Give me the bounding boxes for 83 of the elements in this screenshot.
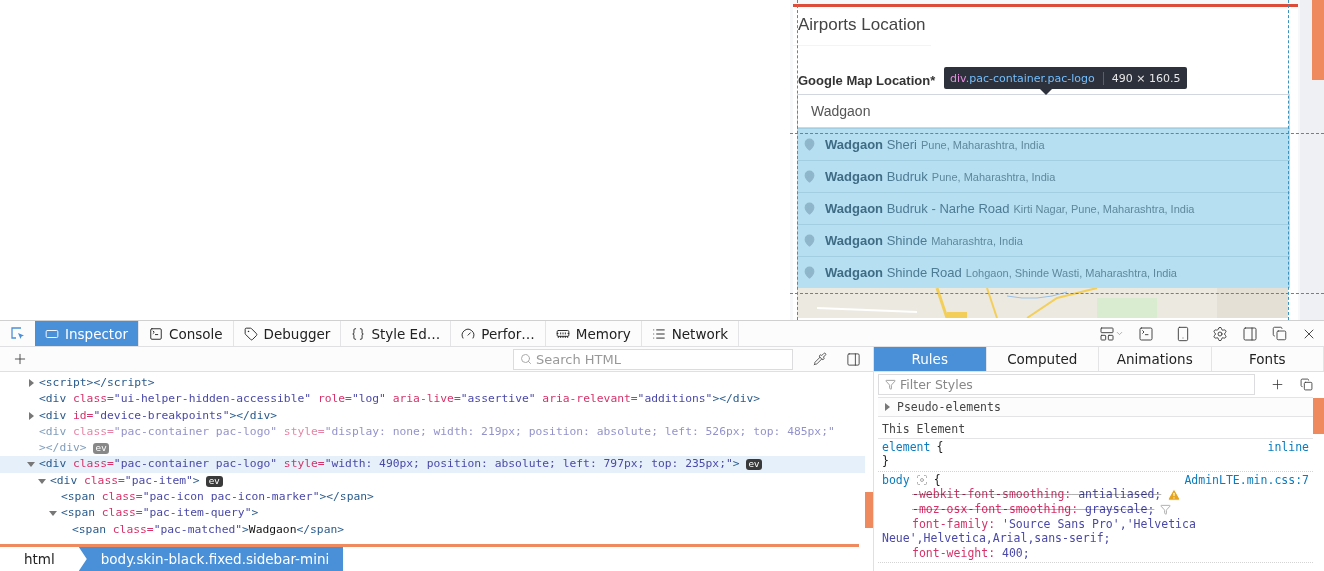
devtools-tab[interactable]: Memory (545, 321, 642, 346)
markup-code: <span class="pac-icon pac-icon-marker"></span> (61, 489, 375, 506)
element-picker-icon (9, 325, 26, 342)
markup-code: <div id="device-breakpoints"></div> (39, 407, 279, 424)
suggestion-item[interactable]: Wadgaon Budruk - Narhe Road Kirti Nagar, Pune, Maharashtra, India (797, 192, 1290, 224)
brace-text: { (936, 439, 944, 455)
suggestion-secondary-text: Maharashtra, India (931, 234, 1023, 247)
pin-icon (803, 234, 816, 247)
pin-icon (803, 138, 816, 151)
suggestion-item[interactable]: Wadgaon Budruk Pune, Maharashtra, India (797, 160, 1290, 192)
tab-icon (461, 326, 476, 341)
rule-selector: body (882, 472, 910, 488)
card-title: Airports Location (793, 7, 931, 46)
layout-icon (1099, 325, 1115, 342)
suggestion-text: Wadgaon Shinde (825, 233, 928, 248)
markup-code: <span class="pac-item-query"> (61, 505, 260, 522)
suggestion-item[interactable]: Wadgaon Shinde Maharashtra, India (797, 224, 1290, 256)
scrollbar-thumb[interactable] (1313, 398, 1324, 434)
markup-code: <script></script> (39, 375, 156, 391)
breadcrumb[interactable]: html (0, 547, 79, 571)
node-selector-text: div.pac-container.pac-logo (950, 71, 1095, 85)
event-badge[interactable]: ev (205, 475, 223, 487)
classes-icon (1300, 377, 1313, 391)
brace-text: } (882, 454, 889, 469)
suggestion-secondary-text: Lohgaon, Shinde Wasti, Maharashtra, India (965, 266, 1177, 279)
devtools-tab[interactable]: Console (139, 321, 234, 346)
section-title: Pseudo-elements (897, 400, 1001, 414)
search-icon (520, 353, 532, 365)
markup-row[interactable]: <span class="pac-item-query"> (0, 505, 865, 522)
tab-icon (243, 326, 258, 341)
tab-icon (149, 326, 163, 341)
windows-icon (1272, 326, 1287, 341)
tab-icon (351, 326, 366, 341)
suggestion-text: Wadgaon Budruk (825, 169, 928, 184)
suggestion-secondary-text: Kirti Nagar, Pune, Maharashtra, India (1013, 202, 1195, 215)
style-declaration: font-family: 'Source Sans Pro','Helvetica Neue',Helvetica,Arial,sans-serif; (882, 516, 1196, 546)
suggestion-text: Wadgaon Shinde Road (825, 265, 962, 280)
pin-icon (803, 170, 816, 183)
markup-code: <div class="ui-helper-hidden-accessible" role="log" aria-live="assertive" aria-relevant="additions"></div> (39, 391, 762, 408)
style-declaration: font-weight: 400; (912, 545, 1030, 560)
markup-row[interactable]: <div class="ui-helper-hidden-accessible" role="log" aria-live="assertive" aria-relevant="additions"></div> (0, 391, 865, 408)
filter-field[interactable]: Filter Styles (878, 373, 1255, 395)
filter-icon (885, 378, 896, 390)
rule-selector: element (882, 439, 931, 455)
devtools-tab[interactable]: Style Ed… (341, 321, 452, 346)
devtools-tab[interactable]: Network (641, 321, 740, 346)
pin-icon (803, 266, 816, 279)
markup-row[interactable]: <script></script> (0, 375, 865, 392)
pin-icon (803, 202, 816, 215)
suggestion-secondary-text: Pune, Maharashtra, India (921, 138, 1045, 151)
suggestion-text: Wadgaon Sheri (825, 137, 917, 152)
markup-row[interactable]: <span class="pac-icon pac-icon-marker"></span> (0, 489, 865, 506)
plus-icon (12, 351, 28, 367)
plus-icon (1270, 376, 1285, 392)
devtools-tab[interactable]: Debugger (233, 321, 342, 346)
phone-icon (1175, 325, 1191, 342)
section-title: This Element (878, 421, 1313, 439)
source-link[interactable]: inline (1267, 439, 1309, 455)
caret-icon (1115, 329, 1124, 338)
field-label: Google Map Location* (798, 73, 936, 88)
event-badge[interactable]: ev (92, 443, 110, 455)
style-declaration: -webkit-font-smoothing: antialiased; (912, 487, 1162, 502)
suggestion-text: Wadgaon Budruk - Narhe Road (825, 201, 1010, 216)
sidebar-icon (846, 351, 861, 367)
markup-row[interactable]: <div id="device-breakpoints"></div> (0, 407, 865, 424)
event-badge[interactable]: ev (745, 459, 763, 471)
scrollbar-thumb[interactable] (865, 492, 873, 528)
markup-code: <span class="pac-matched">Wadgaon</span> (72, 521, 346, 538)
eyedropper-icon (813, 352, 827, 366)
settings-icon (1212, 325, 1228, 342)
panel-icon (1242, 325, 1258, 342)
suggestion-item[interactable]: Wadgaon Sheri Pune, Maharashtra, India (797, 128, 1290, 160)
terminal-icon (1138, 325, 1154, 342)
node-size-text: 490 × 160.5 (1102, 71, 1181, 85)
suggestion-secondary-text: Pune, Maharashtra, India (931, 170, 1056, 183)
markup-row[interactable]: <span class="pac-matched">Wadgaon</span> (0, 521, 865, 538)
pseudo-elements-header[interactable]: Pseudo-elements (878, 397, 1313, 417)
brace-text: { (933, 472, 941, 488)
scrollbar-thumb[interactable] (1312, 0, 1324, 80)
style-declaration: -moz-osx-font-smoothing: grayscale; (912, 501, 1155, 516)
devtools-tab[interactable]: Perfor… (451, 321, 546, 346)
source-link[interactable]: AdminLTE.min.css:7 (1184, 472, 1309, 488)
tab-icon (651, 326, 666, 341)
